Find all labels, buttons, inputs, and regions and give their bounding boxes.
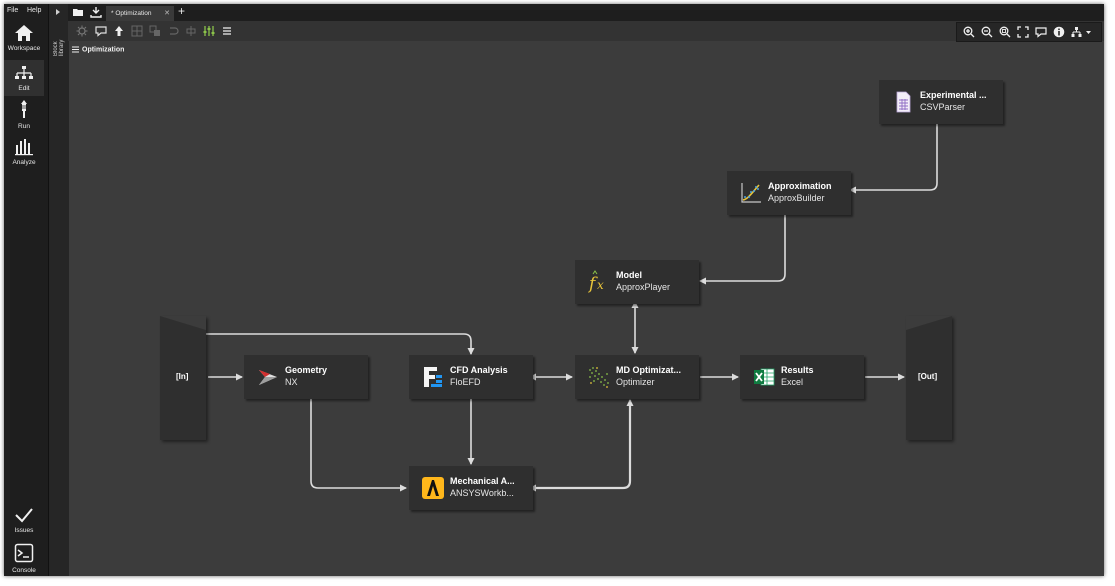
ansys-icon — [422, 477, 444, 499]
view-toolbar — [956, 22, 1102, 42]
nav-issues-label: Issues — [14, 527, 34, 534]
block-subtitle: ApproxBuilder — [768, 193, 825, 203]
block-cfd-analysis[interactable]: CFD Analysis FloEFD — [409, 355, 533, 399]
block-title: CFD Analysis — [450, 365, 508, 375]
zoom-fit-icon[interactable] — [999, 26, 1011, 38]
link-geometry-mechanical — [310, 399, 407, 492]
tab-optimization[interactable]: * Optimization ✕ — [106, 6, 174, 21]
block-subtitle: NX — [285, 377, 298, 387]
run-icon — [21, 100, 27, 118]
link-in-cfd — [206, 333, 475, 355]
nav-issues[interactable]: Issues — [4, 504, 44, 540]
info-icon[interactable] — [1053, 26, 1065, 38]
nav-console-label: Console — [12, 567, 36, 574]
fullscreen-icon[interactable] — [1017, 26, 1029, 38]
move-up-icon[interactable] — [113, 25, 125, 37]
input-port-label: [In] — [176, 372, 189, 381]
scatter-dots-icon — [589, 367, 609, 388]
block-title: Mechanical A... — [450, 476, 515, 486]
settings-icon[interactable] — [76, 25, 88, 37]
menu-file[interactable]: File — [7, 7, 18, 14]
application-window: File Help Workspace Edit Run Analyze Iss… — [4, 4, 1104, 576]
function-icon: f x — [587, 270, 604, 294]
open-folder-icon[interactable] — [72, 6, 84, 18]
approximation-icon — [741, 183, 761, 203]
block-subtitle: FloEFD — [450, 377, 481, 387]
nav-workspace[interactable]: Workspace — [4, 22, 44, 58]
block-subtitle: ApproxPlayer — [616, 282, 671, 292]
block-library-panel[interactable]: Block library — [48, 4, 69, 576]
block-experimental[interactable]: Experimental ... CSVParser — [879, 80, 1003, 124]
link-approximation-model — [699, 215, 786, 285]
split-icon[interactable] — [185, 25, 197, 37]
nav-run-label: Run — [18, 123, 30, 130]
tab-label: * Optimization — [111, 10, 152, 17]
menu-bar: File Help — [4, 4, 48, 18]
menu-help[interactable]: Help — [27, 7, 41, 14]
block-title: MD Optimizat... — [616, 365, 681, 375]
parameters-icon[interactable] — [203, 25, 215, 37]
nav-edit[interactable]: Edit — [4, 60, 44, 96]
output-port-label: [Out] — [918, 372, 938, 381]
block-model[interactable]: f x Model ApproxPlayer — [575, 260, 699, 304]
block-optimizer[interactable]: MD Optimizat... Optimizer — [575, 355, 699, 399]
block-title: Model — [616, 270, 642, 280]
list-icon[interactable] — [221, 25, 233, 37]
block-title: Experimental ... — [920, 90, 987, 100]
add-tab-icon[interactable]: + — [178, 4, 185, 18]
nav-analyze-label: Analyze — [12, 159, 36, 166]
tab-bar: * Optimization ✕ + — [68, 4, 1104, 21]
checkmark-icon — [15, 508, 33, 523]
edit-toolbar — [68, 21, 1104, 41]
nav-console[interactable]: Console — [4, 542, 44, 576]
workflow-icon — [15, 66, 33, 79]
floefd-icon — [424, 367, 442, 387]
block-subtitle: Optimizer — [616, 377, 655, 387]
block-geometry[interactable]: Geometry NX — [244, 355, 368, 399]
nav-run[interactable]: Run — [4, 98, 44, 134]
layout-dropdown-icon[interactable] — [1071, 26, 1093, 38]
block-title: Geometry — [285, 365, 328, 375]
bar-chart-icon — [15, 139, 33, 156]
home-icon — [15, 25, 33, 41]
block-title: Approximation — [768, 181, 832, 191]
close-icon[interactable]: ✕ — [164, 9, 170, 17]
annotation-icon[interactable] — [1035, 26, 1047, 38]
output-port[interactable]: [Out] — [906, 316, 952, 440]
block-mechanical[interactable]: Mechanical A... ANSYSWorkb... — [409, 466, 533, 510]
block-library-label: Block library — [53, 39, 65, 56]
zoom-in-icon[interactable] — [963, 26, 975, 38]
undo-icon[interactable] — [167, 25, 179, 37]
svg-text:x: x — [597, 278, 604, 292]
nav-edit-label: Edit — [18, 85, 30, 92]
console-icon — [14, 543, 34, 563]
ungroup-icon[interactable] — [149, 25, 161, 37]
block-subtitle: Excel — [781, 377, 804, 387]
nx-icon — [259, 370, 277, 385]
block-approximation[interactable]: Approximation ApproxBuilder — [727, 171, 851, 215]
input-port[interactable]: [In] — [160, 316, 206, 440]
excel-icon — [754, 368, 775, 386]
zoom-out-icon[interactable] — [981, 26, 993, 38]
block-subtitle: ANSYSWorkb... — [450, 488, 514, 498]
link-experimental-approximation — [849, 124, 938, 194]
csv-file-icon — [896, 91, 911, 113]
block-results[interactable]: Results Excel — [740, 355, 864, 399]
block-subtitle: CSVParser — [920, 102, 966, 112]
link-mechanical-optimizer — [529, 399, 634, 492]
expand-arrow-icon[interactable] — [56, 9, 60, 15]
download-icon[interactable] — [90, 6, 102, 18]
nav-workspace-label: Workspace — [7, 45, 41, 52]
left-sidebar: File Help Workspace Edit Run Analyze Iss… — [4, 4, 48, 576]
nav-analyze[interactable]: Analyze — [4, 136, 44, 172]
block-title: Results — [781, 365, 814, 375]
comment-icon[interactable] — [95, 25, 107, 37]
group-icon[interactable] — [131, 25, 143, 37]
